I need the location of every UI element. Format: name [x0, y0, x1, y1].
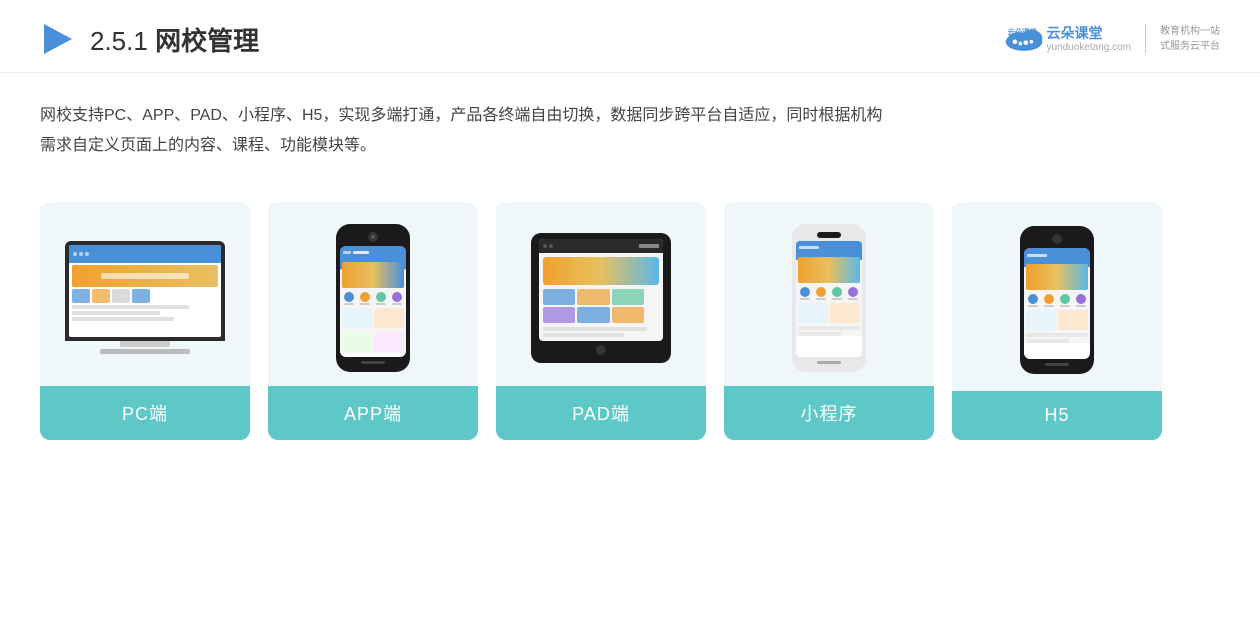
page-title: 2.5.1 网校管理 [90, 21, 259, 58]
header-left: 2.5.1 网校管理 [40, 18, 259, 60]
h5-phone-mockup [1020, 226, 1094, 374]
pc-label: PC端 [40, 386, 250, 440]
pad-image-area [496, 202, 706, 386]
card-mini: 小程序 [724, 202, 934, 440]
description-area: 网校支持PC、APP、PAD、小程序、H5，实现多端打通，产品各终端自由切换，数… [0, 73, 1260, 172]
page: 2.5.1 网校管理 云朵课堂 [0, 0, 1260, 630]
mini-phone-mockup [792, 224, 866, 372]
app-image-area [268, 202, 478, 386]
card-h5: H5 [952, 202, 1162, 440]
header: 2.5.1 网校管理 云朵课堂 [0, 0, 1260, 73]
pc-screen-outer [65, 241, 225, 341]
pc-image-area [40, 202, 250, 386]
brand-url: yunduoketang.com [1046, 42, 1131, 54]
mini-image-area [724, 202, 934, 386]
app-phone-screen [340, 246, 406, 357]
brand-slogan: 教育机构一站 式服务云平台 [1160, 24, 1220, 54]
pad-screen [539, 239, 663, 341]
h5-label: H5 [952, 391, 1162, 440]
description-line1: 网校支持PC、APP、PAD、小程序、H5，实现多端打通，产品各终端自由切换，数… [40, 101, 1220, 131]
brand-name: 云朵课堂 [1046, 24, 1102, 42]
app-phone-mockup [336, 224, 410, 372]
pad-mockup [531, 233, 671, 363]
brand-cloud-icon: 云朵课堂 [1002, 21, 1046, 57]
pc-screen-inner [69, 245, 221, 337]
logo-icon [40, 18, 76, 60]
card-app: APP端 [268, 202, 478, 440]
app-label: APP端 [268, 386, 478, 440]
pc-mockup [60, 241, 230, 354]
description-line2: 需求自定义页面上的内容、课程、功能模块等。 [40, 131, 1220, 161]
card-pc: PC端 [40, 202, 250, 440]
mini-screen [796, 241, 862, 357]
pad-label: PAD端 [496, 386, 706, 440]
card-pad: PAD端 [496, 202, 706, 440]
brand-divider [1145, 24, 1146, 54]
mini-label: 小程序 [724, 386, 934, 440]
cards-area: PC端 [0, 172, 1260, 460]
svg-text:云朵课堂: 云朵课堂 [1008, 27, 1038, 36]
h5-screen [1024, 248, 1090, 359]
h5-image-area [952, 202, 1162, 391]
brand-logo: 云朵课堂 云朵课堂 yunduoketang.com 教育机构一站 式服务云平台 [1002, 21, 1220, 57]
